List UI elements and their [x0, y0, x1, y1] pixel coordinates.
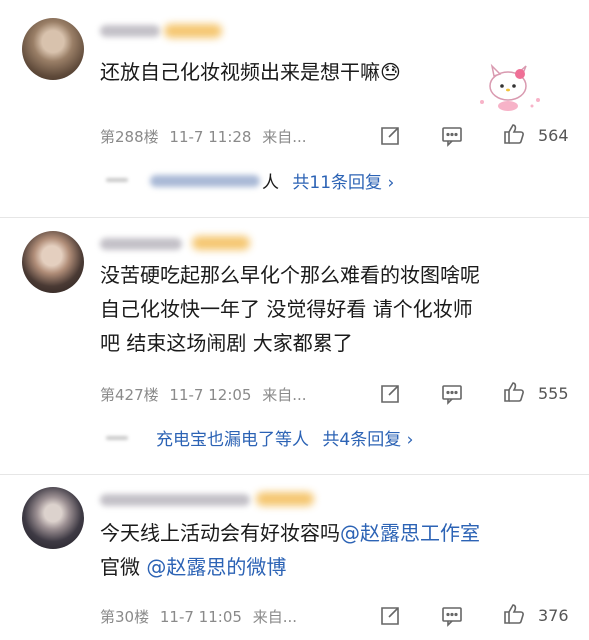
- comment-content: 今天线上活动会有好妆容吗@赵露思工作室 官微 @赵露思的微博: [100, 516, 480, 584]
- floor-number: 第30楼: [100, 608, 150, 626]
- reply-indicator: [106, 436, 128, 440]
- reply-users-blurred[interactable]: [150, 175, 260, 187]
- mention-link[interactable]: @赵露思的微博: [146, 555, 286, 579]
- user-badge: [256, 492, 314, 506]
- comment-text-line: 没苦硬吃起那么早化个那么难看的妆图啥呢: [100, 263, 480, 287]
- comment-icon[interactable]: [440, 604, 464, 628]
- comment-meta: 第30楼 11-7 11:05 来自...: [100, 606, 297, 627]
- comment-meta: 第427楼 11-7 12:05 来自...: [100, 384, 307, 405]
- comment-content: 没苦硬吃起那么早化个那么难看的妆图啥呢 自己化妆快一年了 没觉得好看 请个化妆师…: [100, 258, 480, 360]
- reply-count-link[interactable]: 共11条回复 ›: [292, 173, 394, 193]
- comment-text-line: 自己化妆快一年了 没觉得好看 请个化妆师: [100, 297, 473, 321]
- thumbs-up-icon[interactable]: [502, 380, 526, 404]
- divider: [0, 217, 589, 218]
- mention-link[interactable]: @赵露思工作室: [340, 521, 480, 545]
- reply-indicator: [106, 178, 128, 182]
- comment-text: 还放自己化妆视频出来是想干嘛😓: [100, 60, 401, 84]
- comment-text: 今天线上活动会有好妆容吗: [100, 521, 340, 545]
- comment-meta: 第288楼 11-7 11:28 来自...: [100, 126, 307, 147]
- comment-text-line: 官微 @赵露思的微博: [100, 550, 480, 584]
- avatar[interactable]: [22, 231, 84, 293]
- share-icon[interactable]: [378, 604, 402, 628]
- hello-kitty-sticker-icon: [480, 63, 540, 111]
- reply-count-link[interactable]: 共4条回复 ›: [322, 430, 413, 450]
- comment-icon[interactable]: [440, 124, 464, 148]
- thumbs-up-icon[interactable]: [502, 602, 526, 626]
- username-blurred[interactable]: [100, 25, 160, 37]
- user-badge: [192, 236, 250, 250]
- reply-suffix: 人: [262, 173, 279, 193]
- reply-summary[interactable]: 人 共11条回复 ›: [262, 168, 394, 193]
- like-count: 564: [538, 126, 569, 145]
- source[interactable]: 来自...: [262, 128, 306, 146]
- share-icon[interactable]: [378, 382, 402, 406]
- comment-text: 官微: [100, 555, 147, 579]
- like-count: 555: [538, 384, 569, 403]
- thumbs-up-icon[interactable]: [502, 122, 526, 146]
- reply-summary[interactable]: 充电宝也漏电了等人 共4条回复 ›: [156, 425, 413, 450]
- username-blurred[interactable]: [100, 494, 250, 506]
- like-count: 376: [538, 606, 569, 625]
- comment-text-line: 今天线上活动会有好妆容吗@赵露思工作室: [100, 516, 480, 550]
- comment-icon[interactable]: [440, 382, 464, 406]
- floor-number: 第427楼: [100, 386, 159, 404]
- avatar[interactable]: [22, 18, 84, 80]
- reply-users[interactable]: 充电宝也漏电了等人: [156, 430, 309, 450]
- comment-content: 还放自己化妆视频出来是想干嘛😓: [100, 55, 401, 89]
- user-badge: [164, 24, 222, 38]
- avatar[interactable]: [22, 487, 84, 549]
- source[interactable]: 来自...: [253, 608, 297, 626]
- timestamp: 11-7 11:28: [169, 128, 252, 146]
- timestamp: 11-7 11:05: [159, 608, 242, 626]
- share-icon[interactable]: [378, 124, 402, 148]
- source[interactable]: 来自...: [262, 386, 306, 404]
- comment-text-line: 吧 结束这场闹剧 大家都累了: [100, 331, 353, 355]
- timestamp: 11-7 12:05: [169, 386, 252, 404]
- username-blurred[interactable]: [100, 238, 182, 250]
- divider: [0, 474, 589, 475]
- floor-number: 第288楼: [100, 128, 159, 146]
